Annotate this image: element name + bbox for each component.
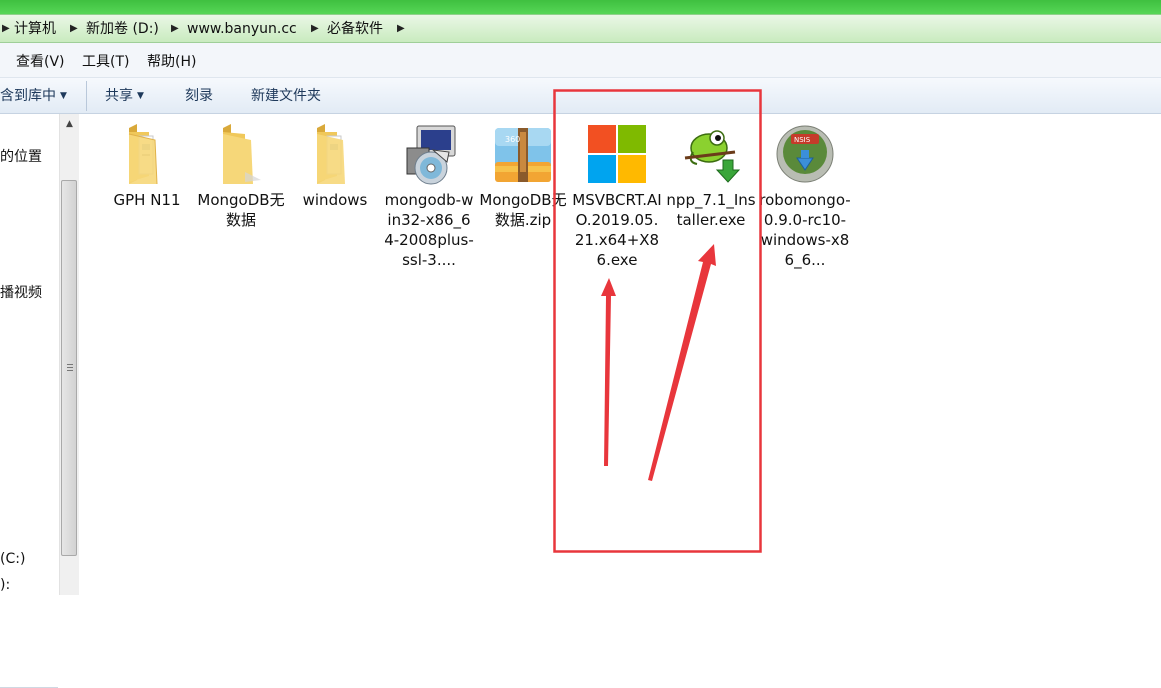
file-item[interactable]: 360 MongoDB无数据.zip (477, 122, 569, 230)
share-button[interactable]: 共享 ▼ (105, 86, 144, 106)
menu-help[interactable]: 帮助(H) (147, 52, 196, 72)
windows-logo-icon (588, 125, 646, 183)
nsis-installer-icon: NSIS (776, 125, 834, 183)
share-label: 共享 (105, 88, 133, 104)
window-titlebar (0, 0, 1161, 14)
toolbar-separator (86, 81, 87, 111)
address-bar[interactable]: ▶ 计算机 ▶ 新加卷 (D:) ▶ www.banyun.cc ▶ 必备软件 … (0, 14, 1161, 43)
file-item[interactable]: npp_7.1_Installer.exe (665, 122, 757, 230)
file-item[interactable]: MSVBCRT.AIO.2019.05.21.x64+X86.exe (571, 122, 663, 270)
zip-archive-icon: 360 (495, 128, 551, 182)
scroll-up-arrow-icon[interactable]: ▲ (60, 116, 79, 132)
breadcrumb-software-folder[interactable]: 必备软件 (327, 19, 383, 39)
file-name: mongodb-win32-x86_64-2008plus-ssl-3.... (384, 191, 474, 269)
nav-item-locations[interactable]: 的位置 (0, 146, 42, 166)
file-item[interactable]: windows (289, 122, 381, 210)
file-name: npp_7.1_Installer.exe (666, 191, 756, 229)
file-name: MongoDB无数据 (197, 191, 285, 229)
notepadpp-chameleon-icon (684, 130, 741, 183)
include-in-library-label: 含到库中 (0, 88, 56, 104)
nav-item-drive[interactable]: ): (0, 577, 10, 593)
command-toolbar: 含到库中 ▼ 共享 ▼ 刻录 新建文件夹 (0, 78, 1161, 114)
breadcrumb-computer[interactable]: 计算机 (14, 19, 56, 39)
include-in-library-button[interactable]: 含到库中 ▼ (0, 86, 67, 106)
folder-icon (223, 124, 261, 184)
svg-text:360: 360 (505, 135, 520, 144)
burn-button[interactable]: 刻录 (185, 86, 213, 106)
file-name: GPH N11 (113, 191, 181, 209)
breadcrumb-chevron-icon[interactable]: ▶ (311, 19, 319, 39)
file-item[interactable]: MongoDB无数据 (195, 122, 287, 230)
file-list-area[interactable]: GPH N11 MongoDB无数据 windows mongodb-win32… (80, 114, 1161, 595)
file-name: windows (302, 191, 368, 209)
nav-scrollbar[interactable]: ▲ (59, 114, 79, 595)
new-folder-button[interactable]: 新建文件夹 (251, 86, 321, 106)
nav-item-videos[interactable]: 播视频 (0, 282, 42, 302)
breadcrumb-chevron-icon[interactable]: ▶ (2, 19, 10, 39)
scroll-thumb[interactable] (61, 180, 77, 556)
grip-line (67, 370, 73, 371)
navigation-pane[interactable]: 的位置 播视频 (C:) ): (0, 114, 60, 688)
dropdown-caret-icon: ▼ (137, 91, 144, 101)
file-item[interactable]: mongodb-win32-x86_64-2008plus-ssl-3.... (383, 122, 475, 270)
file-name: MSVBCRT.AIO.2019.05.21.x64+X86.exe (572, 191, 662, 269)
menu-view[interactable]: 查看(V) (16, 52, 65, 72)
breadcrumb-drive-d[interactable]: 新加卷 (D:) (86, 19, 159, 39)
breadcrumb-chevron-icon[interactable]: ▶ (397, 19, 405, 39)
folder-icon (317, 124, 345, 184)
folder-icon (128, 124, 158, 185)
dropdown-caret-icon: ▼ (60, 91, 67, 101)
file-name: MongoDB无数据.zip (479, 191, 567, 229)
installer-cd-icon (406, 125, 456, 185)
grip-line (67, 367, 73, 368)
svg-text:NSIS: NSIS (794, 136, 811, 144)
file-name: robomongo-0.9.0-rc10-windows-x86_6... (759, 191, 851, 269)
nav-item-drive-c[interactable]: (C:) (0, 551, 25, 567)
grip-line (67, 364, 73, 365)
file-item[interactable]: GPH N11 (101, 122, 193, 210)
file-item[interactable]: NSIS robomongo-0.9.0-rc10-windows-x86_6.… (759, 122, 851, 270)
breadcrumb-banyun-folder[interactable]: www.banyun.cc (187, 19, 297, 39)
menu-bar: 查看(V) 工具(T) 帮助(H) (0, 43, 1161, 78)
breadcrumb-chevron-icon[interactable]: ▶ (70, 19, 78, 39)
breadcrumb-chevron-icon[interactable]: ▶ (171, 19, 179, 39)
menu-tools[interactable]: 工具(T) (82, 52, 129, 72)
